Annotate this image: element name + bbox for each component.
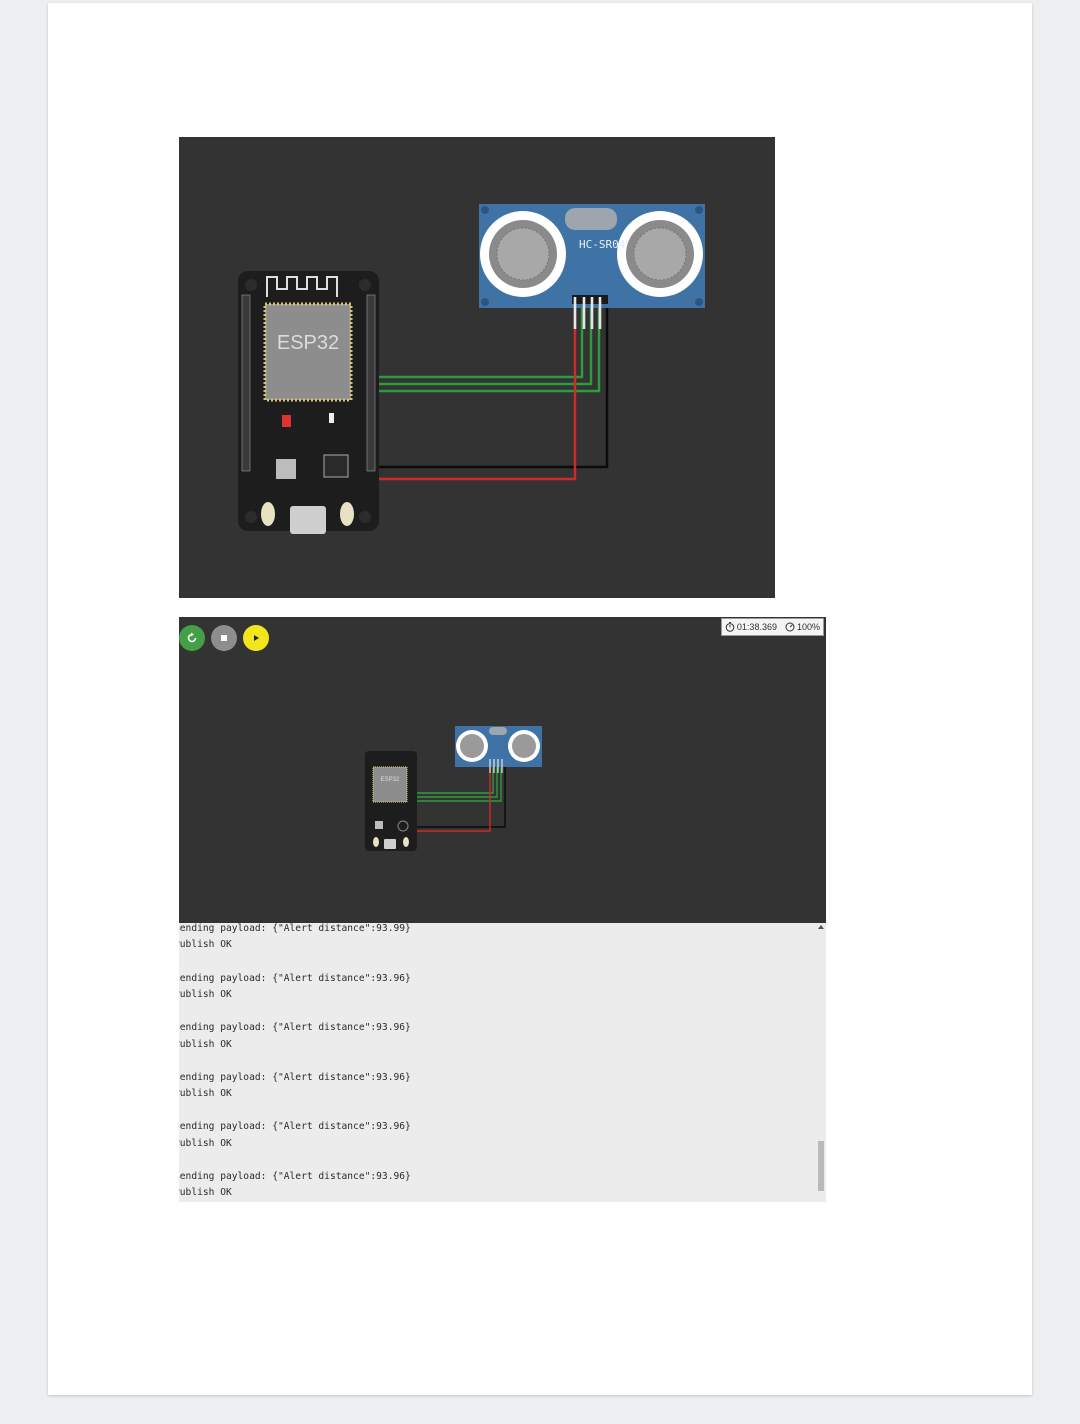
restart-icon <box>187 632 197 643</box>
serial-blank-line <box>179 1053 411 1070</box>
simulator-window: ESP32 01:38.369 100% Sending payload: {"… <box>179 617 826 1202</box>
esp32-label: ESP32 <box>277 332 339 354</box>
serial-line: Publish OK <box>179 988 232 1000</box>
serial-line: Publish OK <box>179 1088 232 1100</box>
restart-button[interactable] <box>179 625 205 651</box>
serial-line: Sending payload: {"Alert distance":93.96… <box>179 1071 411 1083</box>
simulation-speed: 100% <box>796 622 820 632</box>
serial-line: Publish OK <box>179 1187 232 1199</box>
serial-blank-line <box>179 954 411 971</box>
serial-line: Publish OK <box>179 1038 232 1050</box>
wire-green <box>379 305 593 386</box>
serial-line: Sending payload: {"Alert distance":93.96… <box>179 1022 411 1034</box>
simulation-timer: 01:38.369 <box>736 622 777 632</box>
stop-icon <box>221 635 227 641</box>
scroll-thumb[interactable] <box>818 1141 824 1191</box>
serial-line: Publish OK <box>179 939 232 951</box>
hc-sr04-sensor: HC-SR04 <box>479 204 705 329</box>
speed-icon <box>785 622 795 632</box>
serial-blank-line <box>179 1103 411 1120</box>
serial-monitor[interactable]: Sending payload: {"Alert distance":93.99… <box>179 923 826 1202</box>
wire-green <box>379 305 584 379</box>
esp32-board-small: ESP32 <box>365 751 417 851</box>
serial-blank-line <box>179 1152 411 1169</box>
play-button[interactable] <box>243 625 269 651</box>
esp32-board: ESP32 <box>238 271 379 534</box>
simulation-status-bar: 01:38.369 100% <box>720 618 824 636</box>
serial-scrollbar[interactable] <box>817 923 826 1202</box>
serial-output: Sending payload: {"Alert distance":93.99… <box>179 923 411 1202</box>
serial-blank-line <box>179 1003 411 1020</box>
simulation-canvas: ESP32 01:38.369 100% <box>179 617 826 923</box>
timer-icon <box>725 622 735 632</box>
scroll-up-icon[interactable] <box>818 925 824 929</box>
wiring-diagram-large: ESP32 HC-SR04 <box>179 137 775 598</box>
wire-black <box>379 305 609 469</box>
serial-line: Sending payload: {"Alert distance":93.96… <box>179 1170 411 1182</box>
serial-line: Sending payload: {"Alert distance":93.96… <box>179 972 411 984</box>
stop-button[interactable] <box>211 625 237 651</box>
hc-sr04-sensor-small <box>455 726 542 773</box>
esp32-label-small: ESP32 <box>381 777 400 783</box>
play-icon <box>254 635 259 641</box>
serial-line: Publish OK <box>179 1137 232 1149</box>
hc-sr04-label: HC-SR04 <box>579 238 626 251</box>
serial-line: Sending payload: {"Alert distance":93.99… <box>179 923 411 934</box>
serial-line: Sending payload: {"Alert distance":93.96… <box>179 1121 411 1133</box>
